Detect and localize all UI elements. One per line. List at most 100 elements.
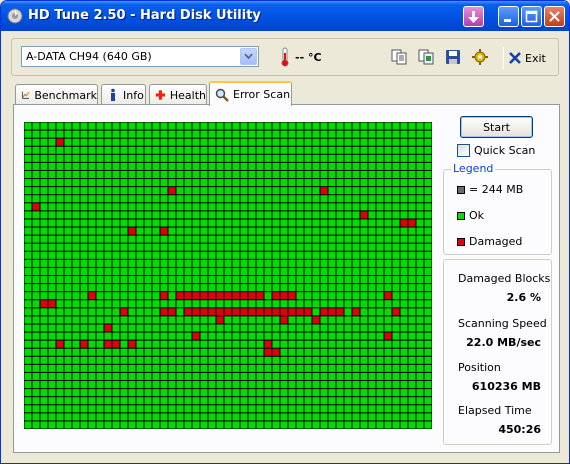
start-button[interactable]: Start xyxy=(460,116,533,138)
damaged-block xyxy=(280,316,288,324)
ok-block xyxy=(152,251,160,259)
quick-scan-option[interactable]: Quick Scan xyxy=(457,144,535,157)
ok-block xyxy=(320,389,328,397)
ok-block xyxy=(40,413,48,421)
stats-box: Damaged Blocks 2.6 % Scanning Speed 22.0… xyxy=(443,259,552,445)
ok-block xyxy=(240,154,248,162)
ok-block xyxy=(48,235,56,243)
ok-block xyxy=(280,170,288,179)
ok-block xyxy=(56,259,64,267)
exit-button[interactable]: Exit xyxy=(508,49,546,67)
damaged-block xyxy=(200,308,208,316)
ok-block xyxy=(40,227,48,235)
ok-block xyxy=(144,130,152,138)
ok-block xyxy=(136,154,144,162)
copy-screenshot-icon[interactable] xyxy=(417,48,435,66)
close-button[interactable] xyxy=(544,6,565,27)
drive-select[interactable]: A-DATA CH94 (640 GB) xyxy=(21,46,259,67)
ok-block xyxy=(392,348,400,356)
ok-block xyxy=(384,308,392,316)
ok-block xyxy=(24,219,32,227)
ok-block xyxy=(272,259,280,267)
ok-block xyxy=(272,405,280,413)
ok-block xyxy=(120,219,128,227)
ok-block xyxy=(368,146,376,154)
ok-block xyxy=(112,348,120,356)
ok-block xyxy=(216,195,224,203)
ok-block xyxy=(168,421,176,429)
ok-block xyxy=(104,170,112,179)
ok-block xyxy=(224,219,232,227)
ok-block xyxy=(72,122,80,130)
tab-error-scan[interactable]: Error Scan xyxy=(209,81,292,106)
ok-block xyxy=(344,276,352,284)
ok-block xyxy=(248,324,256,332)
ok-block xyxy=(80,130,88,138)
ok-block xyxy=(320,364,328,372)
maximize-button[interactable] xyxy=(521,6,542,27)
ok-block xyxy=(136,397,144,405)
save-icon[interactable] xyxy=(444,48,462,66)
ok-block xyxy=(40,122,48,130)
ok-block xyxy=(72,130,80,138)
ok-block xyxy=(248,203,256,211)
ok-block xyxy=(208,211,216,219)
damaged-blocks-label: Damaged Blocks xyxy=(458,272,551,285)
ok-block xyxy=(392,389,400,397)
ok-block xyxy=(288,211,296,219)
minimize-button[interactable] xyxy=(498,6,519,27)
ok-block xyxy=(352,356,360,364)
ok-block xyxy=(336,138,344,146)
copy-info-icon[interactable] xyxy=(390,48,408,66)
title-bar[interactable]: HD Tune 2.50 - Hard Disk Utility xyxy=(1,1,569,31)
ok-block xyxy=(344,243,352,251)
ok-block xyxy=(392,219,400,227)
options-icon[interactable] xyxy=(471,48,489,66)
ok-block xyxy=(112,227,120,235)
ok-block xyxy=(152,364,160,372)
ok-block xyxy=(136,138,144,146)
tab-health[interactable]: Health xyxy=(149,84,207,105)
quick-scan-checkbox[interactable] xyxy=(457,144,470,157)
ok-block xyxy=(232,364,240,372)
ok-block xyxy=(200,227,208,235)
ok-block xyxy=(360,267,368,275)
ok-block xyxy=(88,203,96,211)
ok-block xyxy=(328,154,336,162)
ok-block xyxy=(320,284,328,292)
dropdown-arrow[interactable] xyxy=(240,48,257,65)
ok-block xyxy=(280,364,288,372)
ok-block xyxy=(248,154,256,162)
tab-benchmark[interactable]: Benchmark xyxy=(15,84,98,105)
ok-block xyxy=(296,397,304,405)
ok-block xyxy=(96,340,104,348)
ok-block xyxy=(392,162,400,170)
ok-block xyxy=(24,284,32,292)
ok-block xyxy=(112,300,120,308)
ok-block xyxy=(112,324,120,332)
ok-block xyxy=(344,267,352,275)
damaged-block xyxy=(160,308,168,316)
ok-block xyxy=(152,138,160,146)
ok-block xyxy=(184,179,192,187)
tab-info[interactable]: Info xyxy=(101,84,146,105)
ok-block xyxy=(128,316,136,324)
ok-block xyxy=(88,340,96,348)
ok-block xyxy=(64,372,72,381)
ok-block xyxy=(304,348,312,356)
ok-block xyxy=(240,235,248,243)
ok-block xyxy=(224,284,232,292)
ok-block xyxy=(80,364,88,372)
ok-block xyxy=(232,421,240,429)
download-button[interactable] xyxy=(463,6,484,27)
ok-block xyxy=(56,162,64,170)
ok-block xyxy=(256,259,264,267)
ok-block xyxy=(392,397,400,405)
ok-block xyxy=(264,324,272,332)
ok-block xyxy=(376,397,384,405)
ok-block xyxy=(296,170,304,179)
ok-block xyxy=(344,340,352,348)
ok-block xyxy=(176,227,184,235)
ok-block xyxy=(368,340,376,348)
ok-block xyxy=(32,348,40,356)
